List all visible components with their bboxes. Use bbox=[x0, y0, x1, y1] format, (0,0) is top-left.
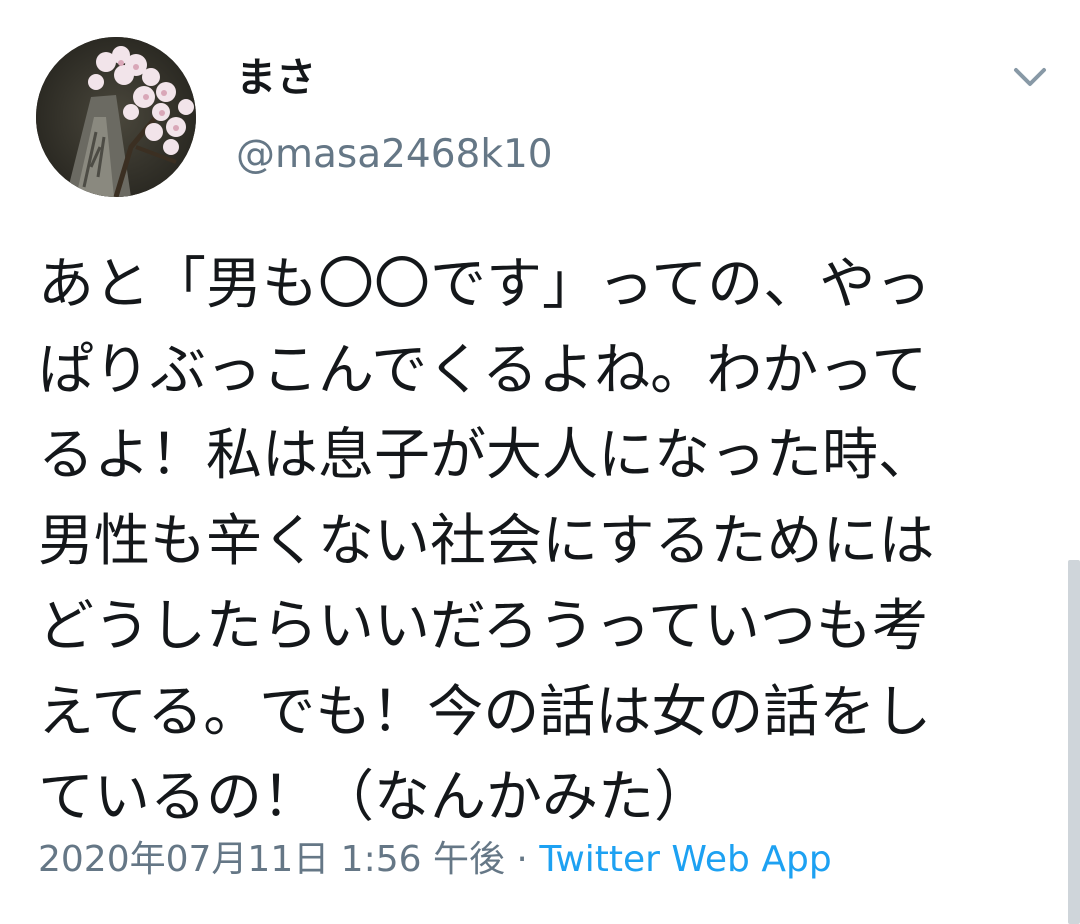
tweet-text-line: えてる。でも！今の話は女の話をし bbox=[38, 679, 932, 745]
tweet-timestamp[interactable]: 2020年07月11日 1:56 午後 bbox=[38, 839, 505, 880]
tweet-text-line: ぱりぶっこんでくるよね。わかって bbox=[38, 337, 928, 403]
tweet-text-line: どうしたらいいだろうっていつも考 bbox=[38, 594, 928, 659]
tweet-text-line: るよ！私は息子が大人になった時、 bbox=[38, 423, 934, 488]
tweet-text-line: 男性も辛くない社会にするためには bbox=[38, 508, 935, 574]
tweet-meta: 2020年07月11日 1:56 午後 · Twitter Web App bbox=[38, 836, 832, 884]
tweet-text-line: あと「男も〇〇です」っての、やっ bbox=[38, 252, 932, 317]
display-name[interactable]: まさ bbox=[236, 52, 316, 104]
tweet-card: まさ @masa2468k10 あと「男も〇〇です」っての、やっ ぱりぶっこんで… bbox=[0, 0, 1080, 924]
chevron-down-icon[interactable] bbox=[1010, 60, 1050, 94]
user-handle[interactable]: @masa2468k10 bbox=[236, 130, 553, 180]
cherry-blossom-photo bbox=[36, 37, 196, 197]
tweet-text-line: ているの！（なんかみた） bbox=[38, 765, 710, 830]
meta-separator: · bbox=[504, 839, 540, 880]
tweet-text: あと「男も〇〇です」っての、やっ ぱりぶっこんでくるよね。わかって るよ！私は息… bbox=[38, 242, 1048, 841]
scrollbar[interactable] bbox=[1068, 560, 1080, 924]
tweet-source-link[interactable]: Twitter Web App bbox=[539, 839, 831, 880]
avatar[interactable] bbox=[36, 37, 196, 197]
